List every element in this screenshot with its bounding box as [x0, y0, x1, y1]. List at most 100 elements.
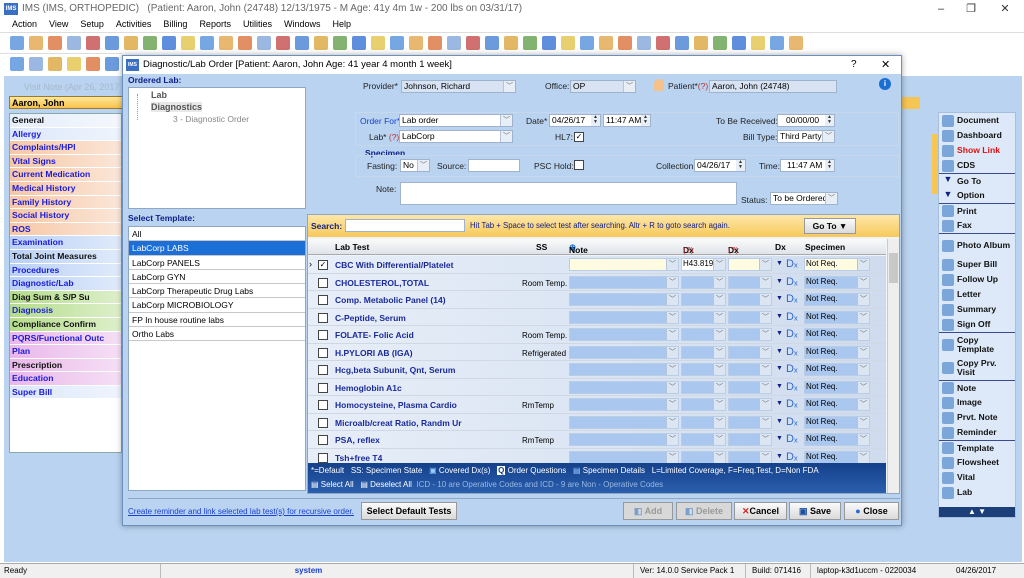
tree-node-diagnostics[interactable]: Diagnostics [151, 102, 203, 112]
toolbar-button-icon[interactable] [371, 35, 385, 50]
template-item[interactable]: Ortho Labs [129, 327, 305, 342]
dx2-select[interactable]: ﹀ [728, 433, 772, 446]
dx-lookup-icon[interactable]: Dₓ [786, 416, 798, 428]
nav-item-examination[interactable]: Examination [10, 236, 121, 250]
panel-photo-album-button[interactable]: Photo Album [939, 233, 1015, 257]
template-item[interactable]: FP In house routine labs [129, 313, 305, 328]
toolbar-button-icon[interactable] [10, 35, 24, 50]
toolbar-button-icon[interactable] [485, 35, 499, 50]
toolbar-button-icon[interactable] [105, 35, 119, 50]
panel-show-link-button[interactable]: Show Link [939, 143, 1015, 158]
note-select[interactable]: ﹀ [569, 293, 679, 306]
toolbar-button-icon[interactable] [599, 35, 613, 50]
dx1-select[interactable]: ﹀ [681, 275, 726, 289]
nav-item-vital-signs[interactable]: Vital Signs [10, 154, 121, 169]
note-select[interactable]: ﹀ [569, 433, 679, 446]
lab-test-checkbox[interactable] [318, 347, 328, 358]
nav-item-education[interactable]: Education [10, 372, 121, 386]
nav-item-complaints-hpi[interactable]: Complaints/HPI [10, 141, 121, 155]
toolbar-button-icon[interactable] [694, 35, 708, 50]
specimen-select[interactable]: Not Req. ﹀ [804, 345, 870, 359]
lab-test-row[interactable]: › ✓ CBC With Differential/Platelet ﹀ H43.819… [308, 256, 886, 274]
recursive-order-link[interactable]: Create reminder and link selected lab te… [128, 507, 354, 516]
dx-lookup-icon[interactable]: Dₓ [786, 398, 798, 410]
panel-flowsheet-button[interactable]: Flowsheet [939, 455, 1015, 470]
panel-go-to-button[interactable]: ▼ Go To [939, 173, 1015, 188]
provider-select[interactable]: Johnson, Richard ﹀ [401, 80, 516, 93]
panel-image-button[interactable]: Image [939, 395, 1015, 410]
menu-action[interactable]: Action [6, 17, 43, 31]
toolbar-button-icon[interactable] [238, 35, 252, 50]
specimen-select[interactable]: Not Req. ﹀ [804, 258, 870, 271]
nav-item-allergy[interactable]: Allergy [10, 127, 121, 142]
dx-dropdown-icon[interactable]: ▼ [776, 435, 783, 442]
panel-follow-up-button[interactable]: Follow Up [939, 272, 1015, 287]
specimen-select[interactable]: Not Req. ﹀ [804, 415, 870, 429]
close-button[interactable]: ● Close [844, 502, 899, 520]
bill-type-select[interactable]: Third Party ﹀ [777, 130, 835, 143]
panel-copy-template-button[interactable]: Copy Template [939, 332, 1015, 356]
toolbar-button-icon[interactable] [618, 35, 632, 50]
dx-dropdown-icon[interactable]: ▼ [776, 383, 783, 390]
menu-help[interactable]: Help [326, 17, 357, 31]
dx-dropdown-icon[interactable]: ▼ [776, 260, 783, 267]
toolbar-button-icon[interactable] [770, 35, 784, 50]
visit-toolbar-icon[interactable] [48, 56, 62, 71]
lab-select[interactable]: LabCorp ﹀ [399, 130, 513, 143]
note-select[interactable]: ﹀ [569, 363, 679, 376]
panel-scroll-arrows[interactable]: ▲ ▼ [939, 507, 1015, 517]
collection-time-picker[interactable]: 11:47 AM ▲ ▼ [780, 159, 835, 172]
dx-lookup-icon[interactable]: Dₓ [786, 451, 798, 463]
toolbar-button-icon[interactable] [466, 35, 480, 50]
lab-test-row[interactable]: Microalb/creat Ratio, Randm Ur ﹀ ﹀ ﹀ ▼ Dₓ Not … [308, 413, 886, 431]
note-select[interactable]: ﹀ [569, 258, 679, 271]
dx2-select[interactable]: ﹀ [728, 328, 772, 341]
specimen-select[interactable]: Not Req. ﹀ [804, 275, 870, 289]
note-select[interactable]: ﹀ [569, 328, 679, 341]
nav-item-general[interactable]: General [10, 114, 121, 128]
dx-dropdown-icon[interactable]: ▼ [776, 400, 783, 407]
nav-item-medical-history[interactable]: Medical History [10, 181, 121, 196]
panel-document-button[interactable]: Document [939, 113, 1015, 128]
toolbar-button-icon[interactable] [67, 35, 81, 50]
toolbar-button-icon[interactable] [523, 35, 537, 50]
panel-print-button[interactable]: Print [939, 203, 1015, 218]
dx-lookup-icon[interactable]: Dₓ [786, 363, 798, 375]
note-select[interactable]: ﹀ [569, 415, 679, 429]
column-ss[interactable]: SS [536, 242, 547, 252]
panel-copy-prv-visit-button[interactable]: Copy Prv. Visit [939, 356, 1015, 380]
toolbar-button-icon[interactable] [504, 35, 518, 50]
dx1-select[interactable]: H43.819 ﹀ [681, 258, 726, 271]
lab-test-row[interactable]: PSA, reflex RmTemp ﹀ ﹀ ﹀ ▼ Dₓ Not Req. ﹀ [308, 431, 886, 449]
search-input[interactable] [345, 219, 465, 232]
panel-prvt-note-button[interactable]: Prvt. Note [939, 410, 1015, 425]
note-select[interactable]: ﹀ [569, 398, 679, 411]
go-to-button[interactable]: Go To ▼ [804, 218, 856, 234]
specimen-select[interactable]: Not Req. ﹀ [804, 328, 870, 341]
column-lab-test[interactable]: Lab Test [335, 242, 369, 252]
delete-button[interactable]: ◧ Delete [676, 502, 732, 520]
menu-windows[interactable]: Windows [278, 17, 327, 31]
dx2-select[interactable]: ﹀ [728, 450, 772, 464]
dx-lookup-icon[interactable]: Dₓ [786, 381, 798, 393]
psc-hold-checkbox[interactable] [574, 160, 584, 170]
specimen-select[interactable]: Not Req. ﹀ [804, 293, 870, 306]
lab-test-row[interactable]: H.PYLORI AB (IGA) Refrigerated ﹀ ﹀ ﹀ ▼ Dₓ Not R… [308, 343, 886, 361]
dx-lookup-icon[interactable]: Dₓ [786, 293, 798, 305]
specimen-select[interactable]: Not Req. ﹀ [804, 363, 870, 376]
status-select[interactable]: To be Ordered ﹀ [770, 192, 838, 205]
toolbar-button-icon[interactable] [333, 35, 347, 50]
panel-vital-button[interactable]: Vital [939, 470, 1015, 485]
panel-fax-button[interactable]: Fax [939, 218, 1015, 233]
menu-view[interactable]: View [43, 17, 74, 31]
toolbar-button-icon[interactable] [86, 35, 100, 50]
toolbar-button-icon[interactable] [447, 35, 461, 50]
cancel-button[interactable]: ✕Cancel [734, 502, 787, 520]
dx-dropdown-icon[interactable]: ▼ [776, 418, 783, 425]
template-item[interactable]: LabCorp LABS [129, 241, 305, 256]
toolbar-button-icon[interactable] [352, 35, 366, 50]
dx2-select[interactable]: ﹀ [728, 415, 772, 429]
toolbar-button-icon[interactable] [732, 35, 746, 50]
toolbar-button-icon[interactable] [390, 35, 404, 50]
toolbar-button-icon[interactable] [751, 35, 765, 50]
